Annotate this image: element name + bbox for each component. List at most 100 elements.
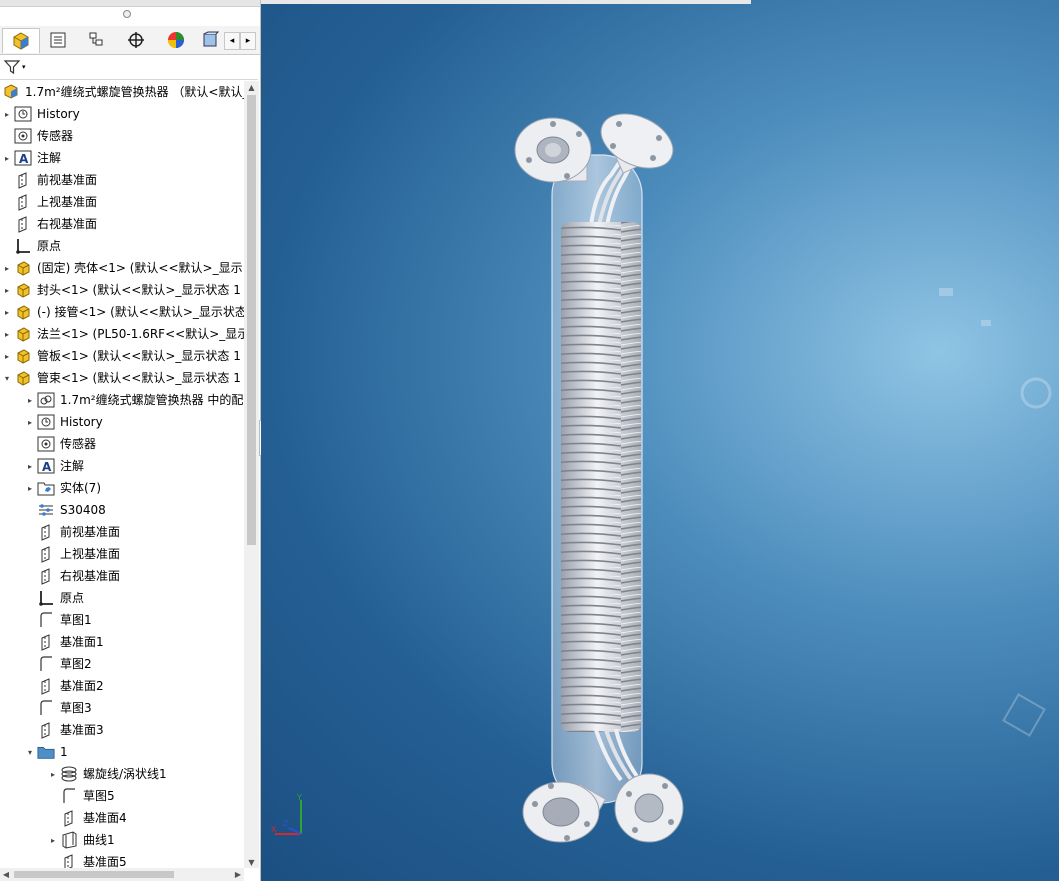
expand-arrow-icon[interactable]: ▸ <box>25 455 35 477</box>
tree-item[interactable]: 基准面3 <box>0 719 244 741</box>
tree-item-label: 1 <box>60 745 68 759</box>
tree-item[interactable]: 基准面4 <box>0 807 244 829</box>
tree-item[interactable]: ▾ 管束<1> (默认<<默认>_显示状态 1 <box>0 367 244 389</box>
expand-arrow-open-icon[interactable]: ▾ <box>25 741 35 763</box>
tree-item[interactable]: 上视基准面 <box>0 543 244 565</box>
tree-item[interactable]: 原点 <box>0 235 244 257</box>
folder-icon <box>37 743 55 761</box>
tab-display-manager[interactable] <box>158 28 194 52</box>
tree-vertical-scrollbar[interactable]: ▲ ▼ <box>244 81 259 868</box>
flange-top-left <box>514 117 592 183</box>
tree-item-label: 传感器 <box>60 437 97 451</box>
no-arrow <box>2 125 12 147</box>
expand-arrow-icon[interactable]: ▸ <box>25 389 35 411</box>
no-arrow <box>25 675 35 697</box>
tab-feature-manager[interactable] <box>2 28 40 53</box>
no-arrow <box>25 433 35 455</box>
tree-item[interactable]: ▸ 封头<1> (默认<<默认>_显示状态 1 <box>0 279 244 301</box>
mate-icon <box>37 391 55 409</box>
part-icon <box>14 303 32 321</box>
scroll-down-button[interactable]: ▼ <box>244 856 259 868</box>
chevron-left-icon: ◀ <box>2 870 10 879</box>
tree-item[interactable]: ▸ 曲线1 <box>0 829 244 851</box>
scroll-right-button[interactable]: ▶ <box>232 868 244 881</box>
expand-arrow-icon[interactable]: ▸ <box>25 411 35 433</box>
tree-item[interactable]: 原点 <box>0 587 244 609</box>
plane-icon <box>14 215 32 233</box>
tree-item[interactable]: 基准面5 <box>0 851 244 868</box>
tree-item[interactable]: S30408 <box>0 499 244 521</box>
expand-arrow-icon[interactable]: ▸ <box>2 279 12 301</box>
tree-item[interactable]: ▸ 1.7m²缠绕式螺旋管换热器 中的配 <box>0 389 244 411</box>
expand-arrow-open-icon[interactable]: ▾ <box>2 367 12 389</box>
panel-grip-handle[interactable] <box>123 10 131 18</box>
tree-item[interactable]: ▸ 实体(7) <box>0 477 244 499</box>
scroll-thumb[interactable] <box>247 95 256 545</box>
tree-item[interactable]: 基准面2 <box>0 675 244 697</box>
scroll-left-button[interactable]: ◀ <box>0 868 12 881</box>
tree-item[interactable]: ▸ 法兰<1> (PL50-1.6RF<<默认>_显示 <box>0 323 244 345</box>
tree-item[interactable]: 草图1 <box>0 609 244 631</box>
tree-item[interactable]: 传感器 <box>0 433 244 455</box>
tree-item[interactable]: 上视基准面 <box>0 191 244 213</box>
tree-item[interactable]: ▸ History <box>0 103 244 125</box>
tab-dimxpert-manager[interactable] <box>118 28 154 52</box>
graphics-viewport[interactable]: Y X Z <box>261 0 1059 881</box>
expand-arrow-icon[interactable]: ▸ <box>48 763 58 785</box>
expand-arrow-icon[interactable]: ▸ <box>2 323 12 345</box>
expand-arrow-icon[interactable]: ▸ <box>2 103 12 125</box>
annotation-icon: A <box>14 149 32 167</box>
tree-horizontal-scrollbar[interactable]: ◀ ▶ <box>0 868 244 881</box>
filter-button[interactable]: ▾ <box>3 58 29 76</box>
tree-item[interactable]: ▸ History <box>0 411 244 433</box>
sensor-icon <box>14 127 32 145</box>
no-arrow <box>2 191 12 213</box>
tree-item[interactable]: 右视基准面 <box>0 213 244 235</box>
tree-root-item[interactable]: 1.7m²缠绕式螺旋管换热器 （默认<默认_显 <box>0 81 244 103</box>
tree-item[interactable]: 草图5 <box>0 785 244 807</box>
tree-item[interactable]: 右视基准面 <box>0 565 244 587</box>
plane-icon <box>37 567 55 585</box>
sketch-icon <box>37 611 55 629</box>
tree-item-label: 基准面1 <box>60 635 104 649</box>
tree-item[interactable]: ▸ (-) 接管<1> (默认<<默认>_显示状态 <box>0 301 244 323</box>
tree-item[interactable]: 传感器 <box>0 125 244 147</box>
scroll-up-button[interactable]: ▲ <box>244 81 259 93</box>
tree-item[interactable]: 前视基准面 <box>0 521 244 543</box>
tabs-scroll-right-button[interactable]: ▸ <box>240 32 256 50</box>
tree-item[interactable]: ▸ A 注解 <box>0 455 244 477</box>
tab-property-manager[interactable] <box>40 28 76 52</box>
tree-item-label: 原点 <box>60 591 85 605</box>
tree-item[interactable]: ▸ 螺旋线/涡状线1 <box>0 763 244 785</box>
no-arrow <box>25 521 35 543</box>
tabs-scroll-left-button[interactable]: ◂ <box>224 32 240 50</box>
tree-item[interactable]: ▸ 管板<1> (默认<<默认>_显示状态 1 <box>0 345 244 367</box>
no-arrow <box>48 807 58 829</box>
tree-item[interactable]: ▸ (固定) 壳体<1> (默认<<默认>_显示 <box>0 257 244 279</box>
expand-arrow-icon[interactable]: ▸ <box>2 147 12 169</box>
tree-item[interactable]: ▾ 1 <box>0 741 244 763</box>
plane-icon <box>37 677 55 695</box>
triad-y-label: Y <box>296 793 302 802</box>
tree-item-label: 曲线1 <box>83 833 115 847</box>
plane-icon <box>14 193 32 211</box>
configuration-manager-icon <box>89 32 103 46</box>
plane-icon <box>60 809 78 827</box>
expand-arrow-icon[interactable]: ▸ <box>2 345 12 367</box>
part-icon <box>14 369 32 387</box>
tree-item[interactable]: ▸ A 注解 <box>0 147 244 169</box>
plane-icon <box>60 853 78 868</box>
tree-item[interactable]: 草图3 <box>0 697 244 719</box>
expand-arrow-icon[interactable]: ▸ <box>48 829 58 851</box>
tree-item-label: (-) 接管<1> (默认<<默认>_显示状态 <box>37 305 244 319</box>
tab-cam-manager[interactable] <box>196 28 224 52</box>
tree-item[interactable]: 前视基准面 <box>0 169 244 191</box>
tree-item-label: (固定) 壳体<1> (默认<<默认>_显示 <box>37 261 243 275</box>
expand-arrow-icon[interactable]: ▸ <box>2 257 12 279</box>
expand-arrow-icon[interactable]: ▸ <box>2 301 12 323</box>
tab-configuration-manager[interactable] <box>78 28 114 52</box>
scroll-thumb-horizontal[interactable] <box>14 871 174 878</box>
tree-item[interactable]: 基准面1 <box>0 631 244 653</box>
tree-item[interactable]: 草图2 <box>0 653 244 675</box>
expand-arrow-icon[interactable]: ▸ <box>25 477 35 499</box>
